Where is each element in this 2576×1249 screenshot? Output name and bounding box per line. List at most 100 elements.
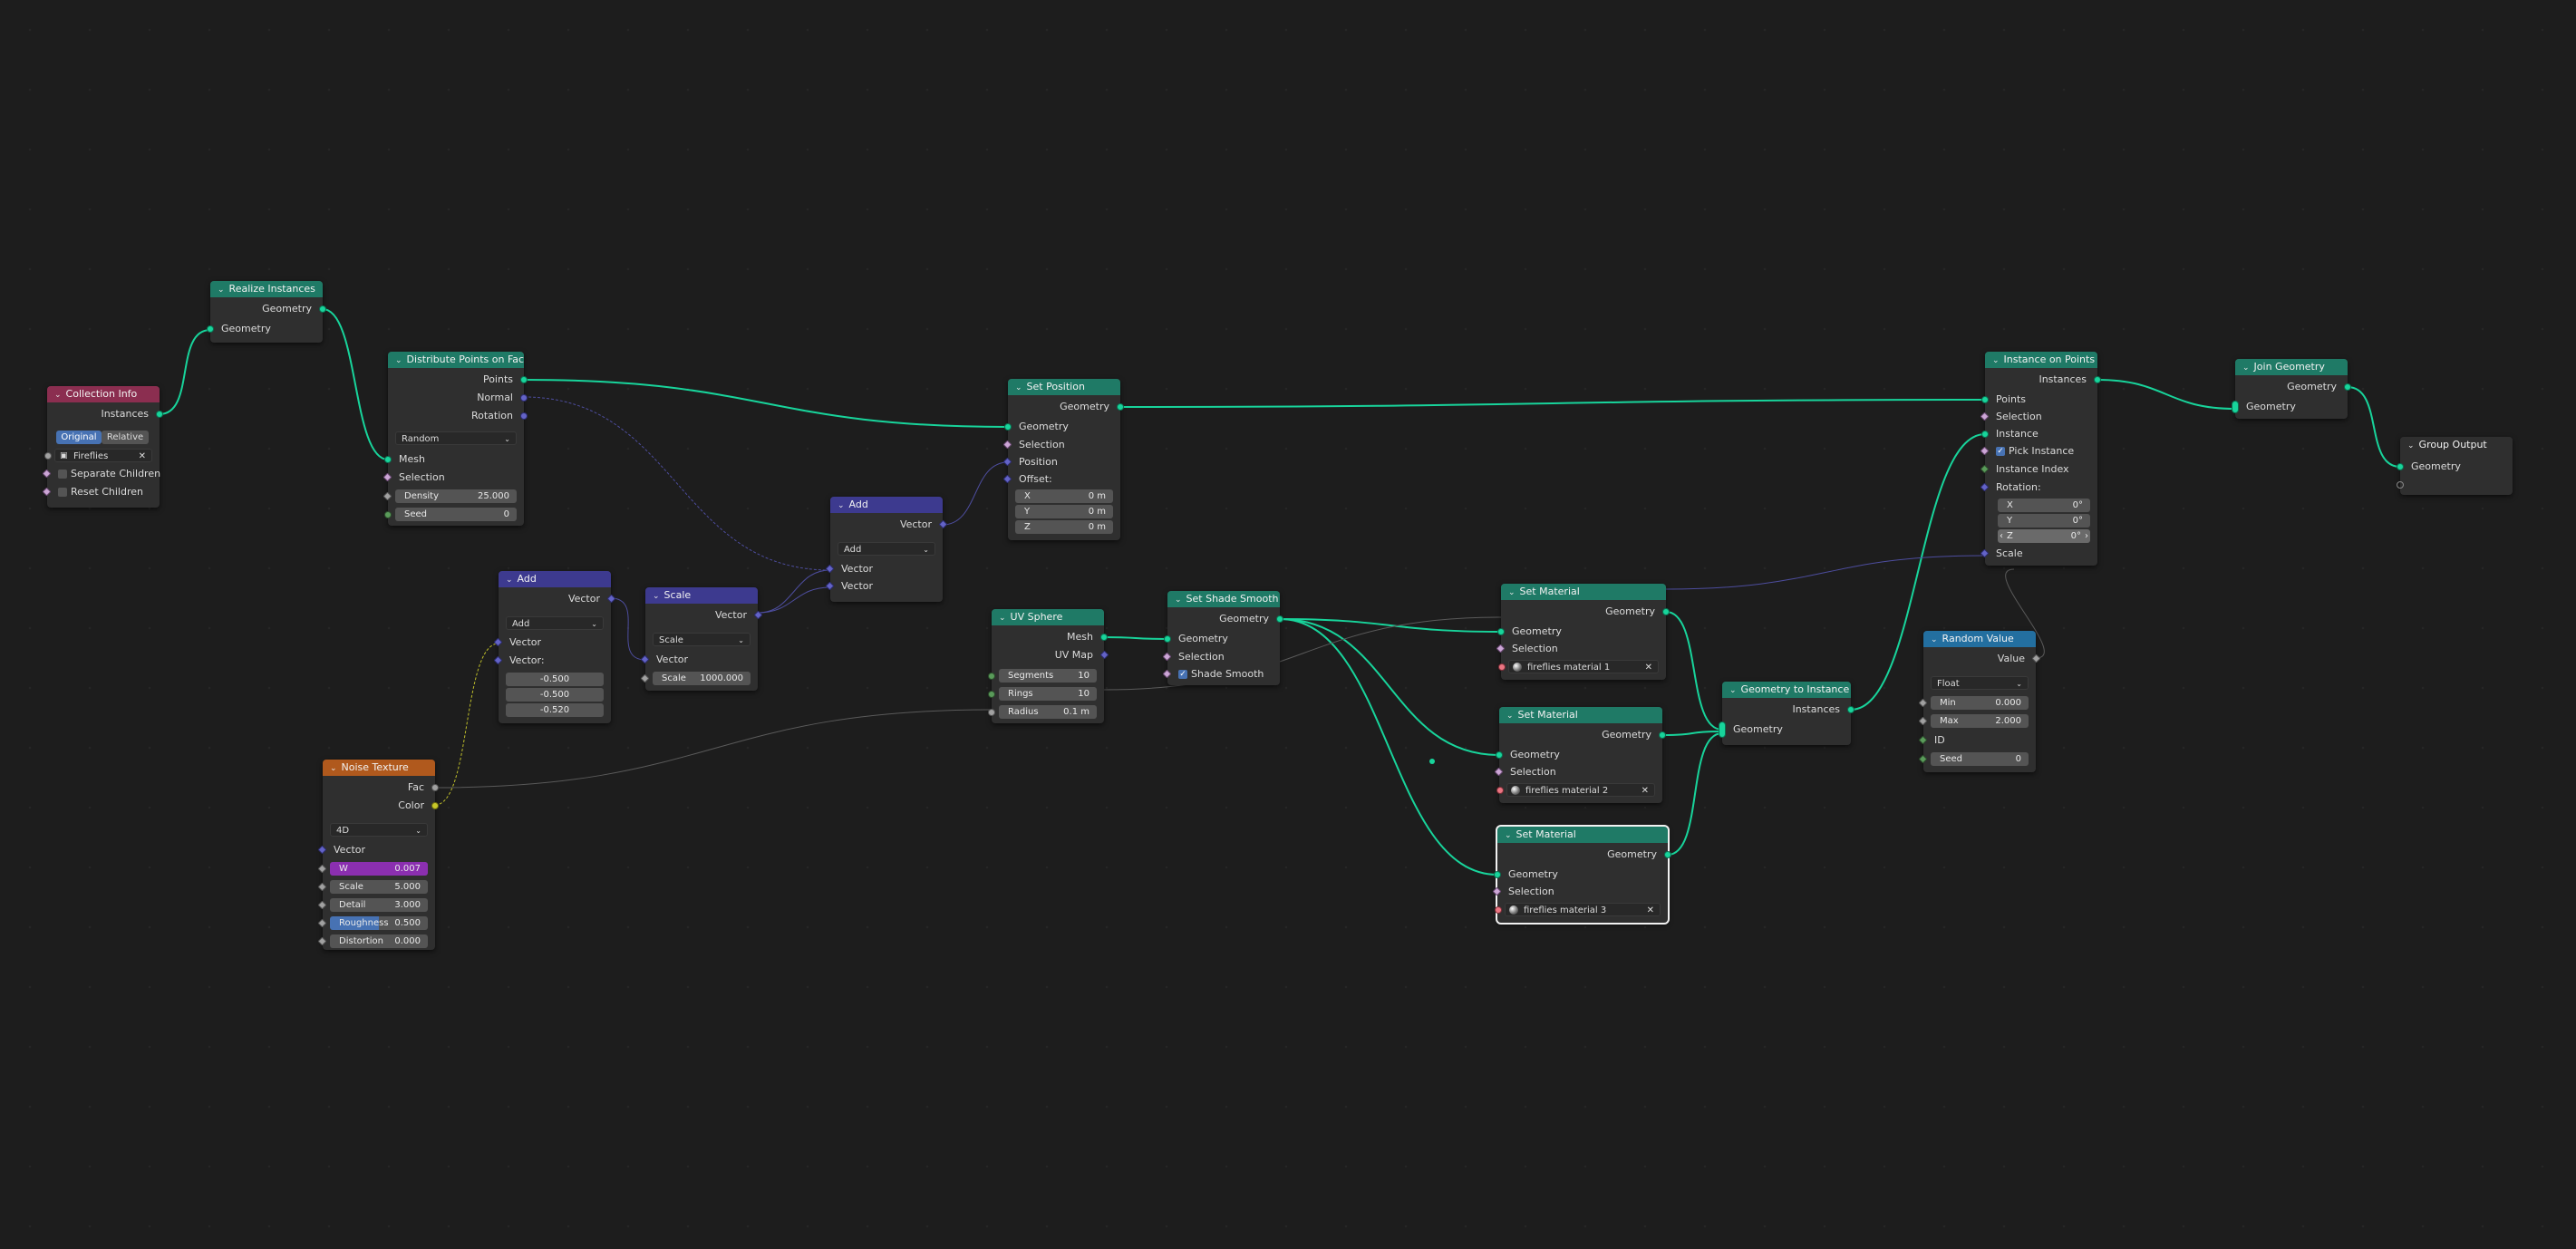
vector-z-field[interactable]: -0.520: [506, 703, 604, 717]
realize-instances-node[interactable]: ⌄ Realize Instances Geometry Geometry: [207, 281, 326, 343]
vector-y-field[interactable]: -0.500: [506, 688, 604, 702]
geometry-socket[interactable]: [1664, 851, 1671, 858]
roughness-field[interactable]: Roughness 0.500: [317, 916, 428, 930]
random-value-node[interactable]: ⌄ Random Value Value Float ⌄ Min 0.000 Max 2…: [1918, 631, 2041, 772]
collapse-icon[interactable]: ⌄: [653, 592, 660, 601]
material-socket[interactable]: [1498, 663, 1506, 671]
node-header[interactable]: ⌄ Realize Instances: [210, 281, 323, 297]
scale-field[interactable]: Scale 1000.000: [640, 672, 751, 685]
collapse-icon[interactable]: ⌄: [1506, 712, 1514, 721]
geometry-socket[interactable]: [2344, 383, 2351, 391]
color-socket[interactable]: [431, 802, 439, 809]
set-material-node-2[interactable]: ⌄ Set Material Geometry Geometry Selectio…: [1494, 707, 1666, 803]
rotation-z-field[interactable]: ‹ Z 0° ›: [1998, 529, 2090, 543]
collapse-icon[interactable]: ⌄: [506, 576, 513, 585]
vector-add-node-left[interactable]: ⌄ Add Vector Add ⌄ Vector Vector: -0.500 -…: [493, 571, 616, 723]
geometry-socket[interactable]: [1117, 403, 1124, 411]
rotation-socket[interactable]: [520, 412, 528, 420]
collapse-icon[interactable]: ⌄: [838, 501, 845, 510]
clear-icon[interactable]: ✕: [1645, 661, 1652, 674]
node-header[interactable]: ⌄ Distribute Points on Faces: [388, 352, 524, 368]
geometry-socket[interactable]: [319, 305, 326, 313]
node-header[interactable]: ⌄ Set Position: [1008, 379, 1120, 395]
pick-instance-checkbox[interactable]: ✓: [1996, 447, 2005, 456]
collapse-icon[interactable]: ⌄: [999, 614, 1006, 623]
operation-dropdown[interactable]: Add ⌄: [838, 542, 935, 556]
reset-children-row[interactable]: Reset Children: [42, 484, 160, 500]
shade-smooth-checkbox[interactable]: ✓: [1178, 670, 1187, 679]
offset-x-field[interactable]: X0 m: [1015, 489, 1113, 503]
points-socket[interactable]: [1981, 396, 1989, 403]
collapse-icon[interactable]: ⌄: [1508, 588, 1516, 597]
distortion-field[interactable]: Distortion 0.000: [317, 934, 428, 948]
material-socket[interactable]: [1495, 906, 1502, 914]
node-header[interactable]: ⌄ Noise Texture: [323, 760, 435, 776]
w-field[interactable]: W 0.007: [317, 862, 428, 876]
node-header[interactable]: ⌄ Collection Info: [47, 386, 160, 402]
seed-field[interactable]: Seed 0: [1918, 752, 2029, 766]
material-field[interactable]: fireflies material 1 ✕: [1498, 660, 1659, 674]
noise-texture-node[interactable]: ⌄ Noise Texture Fac Color 4D ⌄ Vector W 0.0…: [317, 760, 439, 950]
material-field[interactable]: fireflies material 2 ✕: [1496, 783, 1655, 798]
collapse-icon[interactable]: ⌄: [1992, 356, 2000, 365]
multi-input-socket[interactable]: [1719, 721, 1726, 738]
collapse-icon[interactable]: ⌄: [2242, 363, 2250, 373]
points-socket[interactable]: [520, 376, 528, 383]
mode-relative-button[interactable]: Relative: [102, 431, 149, 444]
reroute-dot[interactable]: [1429, 759, 1435, 764]
geometry-socket[interactable]: [1659, 731, 1666, 739]
collapse-icon[interactable]: ⌄: [2407, 441, 2415, 450]
shade-smooth-row[interactable]: ✓ Shade Smooth: [1162, 666, 1280, 683]
instances-socket[interactable]: [156, 411, 163, 418]
node-header[interactable]: ⌄ Set Material: [1497, 827, 1668, 843]
instance-on-points-node[interactable]: ⌄ Instance on Points Instances Points Sel…: [1980, 352, 2101, 566]
collapse-icon[interactable]: ⌄: [1931, 635, 1938, 644]
node-header[interactable]: ⌄ Add: [830, 497, 943, 513]
empty-socket[interactable]: [2397, 481, 2404, 489]
normal-socket[interactable]: [520, 394, 528, 402]
uv-sphere-node[interactable]: ⌄ UV Sphere Mesh UV Map Segments 10 Rings 1…: [988, 609, 1109, 723]
geometry-socket[interactable]: [207, 325, 214, 333]
geometry-socket[interactable]: [1494, 871, 1501, 878]
instances-socket[interactable]: [1847, 706, 1855, 713]
seed-field[interactable]: Seed 0: [384, 508, 517, 521]
collapse-icon[interactable]: ⌄: [1015, 383, 1022, 392]
collapse-icon[interactable]: ⌄: [54, 391, 62, 400]
collection-info-node[interactable]: ⌄ Collection Info Instances Original Rela…: [42, 386, 163, 508]
node-header[interactable]: ⌄ UV Sphere: [992, 609, 1104, 625]
int-socket[interactable]: [988, 673, 995, 680]
instances-socket[interactable]: [2094, 376, 2101, 383]
reset-children-checkbox[interactable]: [58, 488, 67, 497]
node-header[interactable]: ⌄ Group Output: [2400, 437, 2513, 453]
detail-field[interactable]: Detail 3.000: [317, 898, 428, 912]
chevron-left-icon[interactable]: ‹: [2000, 529, 2003, 543]
chevron-right-icon[interactable]: ›: [2085, 529, 2088, 543]
vector-x-field[interactable]: -0.500: [506, 673, 604, 686]
separate-children-row[interactable]: Separate Children: [42, 466, 160, 482]
rotation-y-field[interactable]: Y 0°: [1998, 514, 2090, 528]
node-header[interactable]: ⌄ Scale: [645, 587, 758, 604]
node-header[interactable]: ⌄ Set Shade Smooth: [1167, 591, 1280, 607]
instance-socket[interactable]: [1981, 431, 1989, 438]
clear-icon[interactable]: ✕: [1641, 784, 1649, 798]
distribute-mode-dropdown[interactable]: Random ⌄: [395, 431, 517, 445]
segments-field[interactable]: Segments 10: [988, 669, 1097, 683]
geometry-socket[interactable]: [1497, 628, 1505, 635]
collapse-icon[interactable]: ⌄: [1729, 686, 1737, 695]
set-material-node-1[interactable]: ⌄ Set Material Geometry Geometry Selectio…: [1496, 584, 1670, 680]
geometry-socket[interactable]: [2397, 463, 2404, 470]
mode-original-button[interactable]: Original: [56, 431, 102, 444]
clear-icon[interactable]: ✕: [1647, 904, 1654, 917]
scale-field[interactable]: Scale 5.000: [317, 880, 428, 894]
node-header[interactable]: ⌄ Random Value: [1923, 631, 2036, 647]
geometry-socket[interactable]: [1004, 423, 1012, 431]
float-socket[interactable]: [988, 709, 995, 716]
geometry-to-instance-node[interactable]: ⌄ Geometry to Instance Instances Geometry: [1719, 682, 1855, 745]
node-header[interactable]: ⌄ Set Material: [1499, 707, 1662, 723]
operation-dropdown[interactable]: Add ⌄: [506, 616, 604, 630]
collection-field[interactable]: ▣ Fireflies ✕: [44, 449, 152, 462]
dimensions-dropdown[interactable]: 4D ⌄: [330, 823, 428, 837]
node-header[interactable]: ⌄ Set Material: [1501, 584, 1666, 600]
pick-instance-row[interactable]: ✓ Pick Instance: [1980, 443, 2097, 460]
collapse-icon[interactable]: ⌄: [1505, 831, 1512, 840]
